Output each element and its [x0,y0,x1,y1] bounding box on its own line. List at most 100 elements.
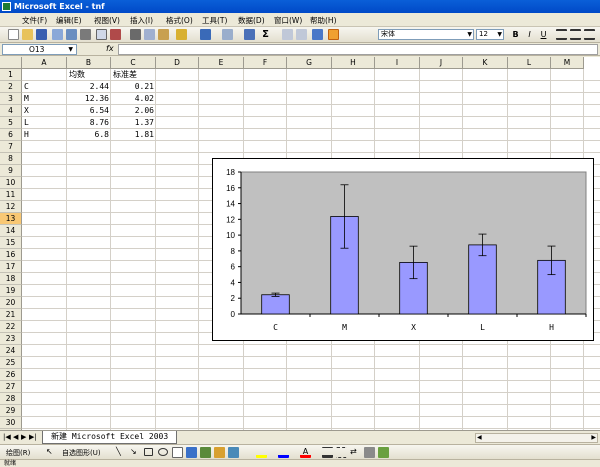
column-header-c[interactable]: C [111,57,156,69]
cell-a4[interactable]: X [22,105,67,117]
sheet-tab-active[interactable]: 新建 Microsoft Excel 2003 [42,431,178,444]
cell-b2[interactable]: 2.44 [67,81,111,93]
row-header-28[interactable]: 28 [0,393,22,405]
menu-file[interactable]: 文件(F) [22,15,47,26]
column-header-m[interactable]: M [551,57,584,69]
email-icon[interactable] [66,29,77,40]
row-header-14[interactable]: 14 [0,225,22,237]
print-preview-icon[interactable] [96,29,107,40]
column-header-k[interactable]: K [463,57,508,69]
cell-b4[interactable]: 6.54 [67,105,111,117]
menu-edit[interactable]: 编辑(E) [56,15,82,26]
cell-c3[interactable]: 4.02 [111,93,156,105]
sort-ascending-icon[interactable] [282,29,293,40]
fx-icon[interactable]: fx [106,44,114,53]
menu-window[interactable]: 窗口(W) [274,15,302,26]
cell-b5[interactable]: 8.76 [67,117,111,129]
sort-descending-icon[interactable] [296,29,307,40]
paste-icon[interactable] [158,29,169,40]
cell-a5[interactable]: L [22,117,67,129]
column-header-j[interactable]: J [420,57,463,69]
cell-c2[interactable]: 0.21 [111,81,156,93]
hyperlink-icon[interactable] [244,29,255,40]
row-header-12[interactable]: 12 [0,201,22,213]
cell-c4[interactable]: 2.06 [111,105,156,117]
font-size-select[interactable]: 12 ▼ [476,29,504,40]
scroll-left-icon[interactable]: ◀ [477,434,482,441]
row-header-16[interactable]: 16 [0,249,22,261]
underline-button[interactable]: U [538,29,549,40]
row-header-15[interactable]: 15 [0,237,22,249]
embedded-chart[interactable]: 0 2 4 6 8 10 12 14 16 18 C M X L H [212,158,594,341]
cell-b1[interactable]: 均数 [67,69,111,81]
row-header-7[interactable]: 7 [0,141,22,153]
3d-icon[interactable] [378,447,389,458]
align-right-icon[interactable] [584,29,595,40]
drawing-icon[interactable] [328,29,339,40]
menu-view[interactable]: 视图(V) [94,15,120,26]
row-header-22[interactable]: 22 [0,321,22,333]
row-header-29[interactable]: 29 [0,405,22,417]
column-header-i[interactable]: I [375,57,420,69]
name-box[interactable]: O13 ▼ [2,44,77,55]
permission-icon[interactable] [52,29,63,40]
open-icon[interactable] [22,29,33,40]
align-center-icon[interactable] [570,29,581,40]
line-color-icon[interactable] [278,447,289,458]
align-left-icon[interactable] [556,29,567,40]
draw-menu-button[interactable]: 绘图(R) [6,448,30,458]
row-header-19[interactable]: 19 [0,285,22,297]
wordart-icon[interactable] [186,447,197,458]
column-header-d[interactable]: D [156,57,199,69]
chart-wizard-icon[interactable] [312,29,323,40]
font-name-select[interactable]: 宋体 ▼ [378,29,474,40]
row-header-27[interactable]: 27 [0,381,22,393]
cell-c5[interactable]: 1.37 [111,117,156,129]
select-objects-icon[interactable]: ↖ [46,447,57,458]
row-header-30[interactable]: 30 [0,417,22,429]
row-header-1[interactable]: 1 [0,69,22,81]
arrow-style-icon[interactable]: ⇄ [350,447,361,458]
row-header-26[interactable]: 26 [0,369,22,381]
shadow-icon[interactable] [364,447,375,458]
next-sheet-icon[interactable]: ▶ [21,433,26,441]
bold-button[interactable]: B [510,29,521,40]
row-header-10[interactable]: 10 [0,177,22,189]
dash-style-icon[interactable] [336,447,347,458]
save-icon[interactable] [36,29,47,40]
row-header-18[interactable]: 18 [0,273,22,285]
cell-a2[interactable]: C [22,81,67,93]
row-header-20[interactable]: 20 [0,297,22,309]
first-sheet-icon[interactable]: |◀ [3,433,11,441]
column-header-a[interactable]: A [22,57,67,69]
menu-format[interactable]: 格式(O) [166,15,193,26]
menu-data[interactable]: 数据(D) [238,15,265,26]
menu-tools[interactable]: 工具(T) [202,15,227,26]
row-header-24[interactable]: 24 [0,345,22,357]
column-header-f[interactable]: F [244,57,287,69]
horizontal-scrollbar[interactable]: ◀ ▶ [475,433,598,443]
cell-c6[interactable]: 1.81 [111,129,156,141]
formula-input[interactable] [118,44,598,55]
undo-icon[interactable] [200,29,211,40]
redo-icon[interactable] [222,29,233,40]
cell-b3[interactable]: 12.36 [67,93,111,105]
cell-b6[interactable]: 6.8 [67,129,111,141]
row-header-25[interactable]: 25 [0,357,22,369]
select-all-button[interactable] [0,57,22,69]
picture-icon[interactable] [228,447,239,458]
row-header-8[interactable]: 8 [0,153,22,165]
cell-a3[interactable]: M [22,93,67,105]
menu-insert[interactable]: 插入(I) [130,15,153,26]
row-header-21[interactable]: 21 [0,309,22,321]
column-header-g[interactable]: G [287,57,332,69]
column-header-e[interactable]: E [199,57,244,69]
autoshapes-button[interactable]: 自选图形(U) [62,448,101,458]
italic-button[interactable]: I [524,29,535,40]
row-header-17[interactable]: 17 [0,261,22,273]
row-header-2[interactable]: 2 [0,81,22,93]
column-header-b[interactable]: B [67,57,111,69]
line-icon[interactable]: ╲ [116,447,127,458]
row-header-23[interactable]: 23 [0,333,22,345]
column-header-h[interactable]: H [332,57,375,69]
